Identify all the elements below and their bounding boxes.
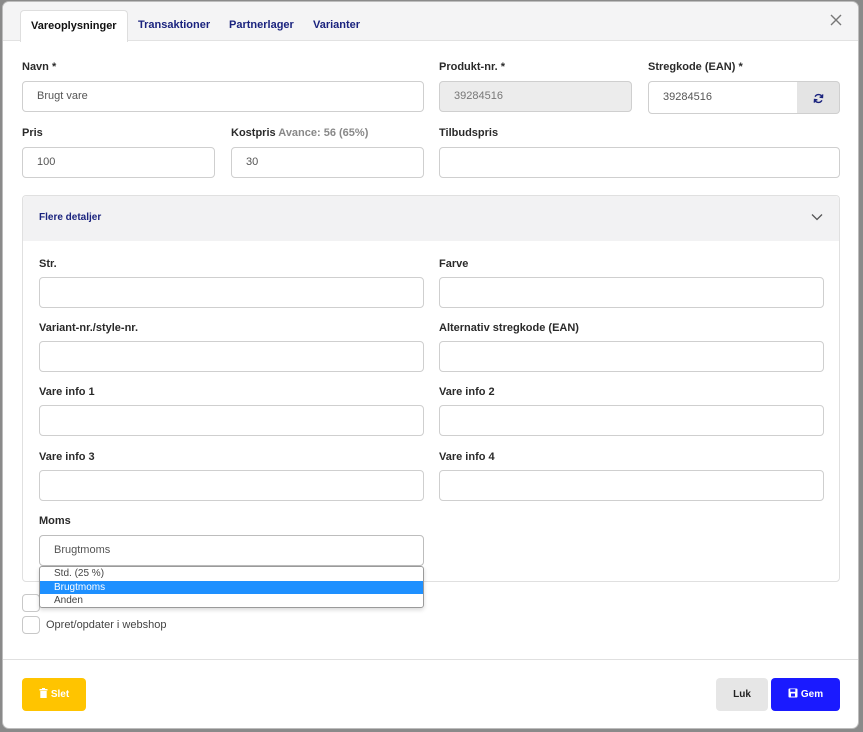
product-dialog: Vareoplysninger Transaktioner Partnerlag… [3,2,858,728]
farve-input[interactable] [439,277,824,308]
trash-icon [39,688,48,698]
moms-option-std[interactable]: Std. (25 %) [40,567,423,581]
footer-divider [3,659,858,660]
moms-select[interactable]: Brugtmoms [39,535,424,566]
moms-label: Moms [39,515,71,527]
navn-input[interactable]: Brugt vare [22,81,424,112]
farve-label: Farve [439,258,469,270]
produktnr-input: 39284516 [439,81,632,112]
details-title: Flere detaljer [39,212,102,223]
tab-transaktioner[interactable]: Transaktioner [138,10,210,41]
close-icon[interactable] [828,12,844,28]
save-button-label: Gem [800,689,824,700]
chevron-down-icon [811,214,823,221]
avance-text: Avance: 56 (65%) [278,127,369,139]
info1-input[interactable] [39,405,424,436]
close-button[interactable]: Luk [716,678,768,711]
moms-option-anden[interactable]: Anden [40,594,423,607]
stregkode-input[interactable]: 39284516 [648,81,798,114]
pris-label: Pris [22,127,43,139]
moms-option-brugtmoms[interactable]: Brugtmoms [40,580,423,594]
close-button-label: Luk [733,689,751,700]
tilbudspris-label: Tilbudspris [439,127,499,139]
str-input[interactable] [39,277,424,308]
stregkode-label: Stregkode (EAN) * [648,61,743,73]
kostpris-label-group: Kostpris Avance: 56 (65%) [231,127,368,139]
info4-label: Vare info 4 [439,451,495,463]
str-label: Str. [39,258,57,270]
info3-label: Vare info 3 [39,451,95,463]
refresh-icon [813,93,824,104]
info2-input[interactable] [439,405,824,436]
alt-ean-input[interactable] [439,341,824,372]
moms-dropdown-list: Std. (25 %) Brugtmoms Anden [39,566,424,608]
kostpris-input[interactable]: 30 [231,147,424,178]
generate-barcode-button[interactable] [797,81,840,114]
delete-button-label: Slet [50,689,70,700]
checkbox-hidden-option[interactable] [22,594,40,612]
save-button[interactable]: Gem [771,678,840,711]
details-toggle[interactable]: Flere detaljer [23,196,839,241]
info4-input[interactable] [439,470,824,501]
info1-label: Vare info 1 [39,386,95,398]
variant-input[interactable] [39,341,424,372]
info3-input[interactable] [39,470,424,501]
webshop-checkbox[interactable] [22,616,40,634]
delete-button[interactable]: Slet [22,678,86,711]
tab-partnerlager[interactable]: Partnerlager [229,10,294,41]
webshop-checkbox-label: Opret/opdater i webshop [46,619,167,631]
tab-varianter[interactable]: Varianter [313,10,360,41]
info2-label: Vare info 2 [439,386,495,398]
kostpris-label: Kostpris [231,127,276,139]
alt-ean-label: Alternativ stregkode (EAN) [439,322,579,334]
navn-label: Navn * [22,61,57,73]
pris-input[interactable]: 100 [22,147,215,178]
tab-vareoplysninger[interactable]: Vareoplysninger [20,10,128,42]
produktnr-label: Produkt-nr. * [439,61,506,73]
variant-label: Variant-nr./style-nr. [39,322,139,334]
details-panel: Flere detaljer [22,195,840,582]
tab-bar: Vareoplysninger Transaktioner Partnerlag… [3,2,858,42]
save-icon [788,688,798,698]
tilbudspris-input[interactable] [439,147,840,178]
